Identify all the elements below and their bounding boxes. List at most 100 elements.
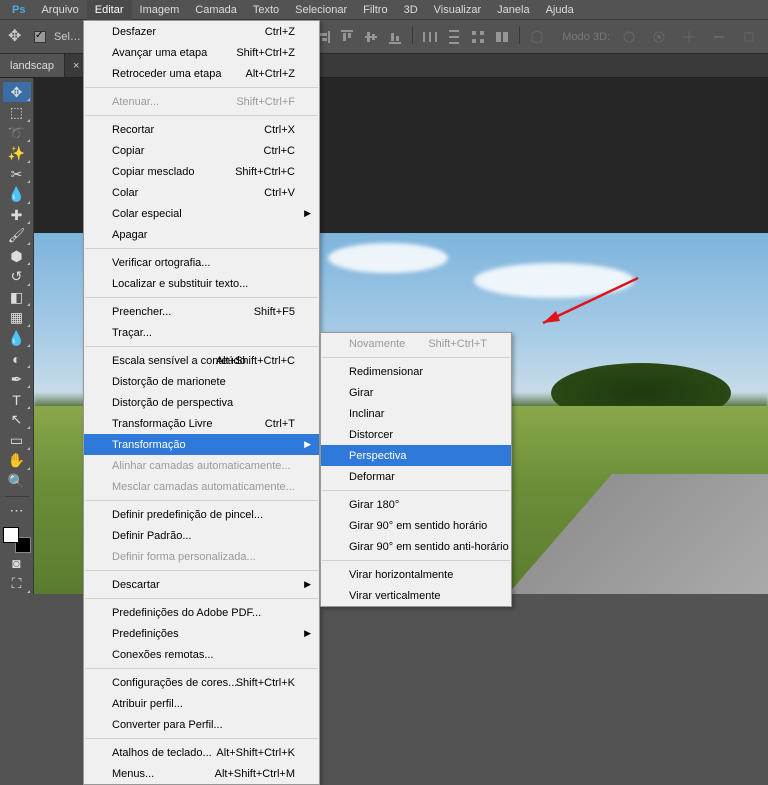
3d-orbit-icon[interactable] xyxy=(618,26,640,48)
3d-mode-icon[interactable] xyxy=(526,26,548,48)
transform-menu-item[interactable]: Girar 90° em sentido horário xyxy=(321,515,511,536)
edit-menu-item[interactable]: Transformação LivreCtrl+T xyxy=(84,413,319,434)
edit-menu-item[interactable]: Configurações de cores...Shift+Ctrl+K xyxy=(84,672,319,693)
menu-janela[interactable]: Janela xyxy=(489,0,537,20)
brush-tool[interactable]: 🖌 xyxy=(3,225,31,245)
transform-menu-item[interactable]: Girar 90° em sentido anti-horário xyxy=(321,536,511,557)
edit-menu-item[interactable]: Definir predefinição de pincel... xyxy=(84,504,319,525)
zoom-tool[interactable]: 🔍 xyxy=(3,471,31,491)
color-swatches[interactable] xyxy=(3,527,31,553)
distribute-v-icon[interactable] xyxy=(443,26,465,48)
align-bottom-icon[interactable] xyxy=(384,26,406,48)
menu-camada[interactable]: Camada xyxy=(187,0,245,20)
quickmask-icon[interactable]: ◙ xyxy=(3,553,31,573)
eraser-tool[interactable]: ◧ xyxy=(3,287,31,307)
history-brush-tool[interactable]: ↺ xyxy=(3,266,31,286)
edit-menu-item[interactable]: DesfazerCtrl+Z xyxy=(84,21,319,42)
3d-slide-icon[interactable] xyxy=(708,26,730,48)
transform-menu-item[interactable]: Girar xyxy=(321,382,511,403)
menu-shortcut: Ctrl+V xyxy=(264,187,295,199)
edit-menu-item[interactable]: Transformação▶ xyxy=(84,434,319,455)
auto-align-icon[interactable] xyxy=(491,26,513,48)
pen-tool[interactable]: ✒ xyxy=(3,369,31,389)
menu-3d[interactable]: 3D xyxy=(396,0,426,20)
heal-tool[interactable]: ✚ xyxy=(3,205,31,225)
transform-menu-item[interactable]: Perspectiva xyxy=(321,445,511,466)
menu-item-label: Colar especial xyxy=(112,208,182,220)
edit-menu-item[interactable]: Converter para Perfil... xyxy=(84,714,319,735)
3d-pan-icon[interactable] xyxy=(678,26,700,48)
eyedropper-tool[interactable]: 💧 xyxy=(3,184,31,204)
distribute-h-icon[interactable] xyxy=(419,26,441,48)
wand-tool[interactable]: ✨ xyxy=(3,143,31,163)
menu-item-label: Verificar ortografia... xyxy=(112,257,210,269)
menu-ajuda[interactable]: Ajuda xyxy=(538,0,582,20)
menu-editar[interactable]: Editar xyxy=(87,0,132,20)
edit-menu-item[interactable]: Verificar ortografia... xyxy=(84,252,319,273)
screenmode-icon[interactable]: ⛶ xyxy=(3,574,31,594)
marquee-tool[interactable]: ⬚ xyxy=(3,102,31,122)
stamp-tool[interactable]: ⬢ xyxy=(3,246,31,266)
document-tab[interactable]: landscap xyxy=(0,54,65,77)
type-tool[interactable]: T xyxy=(3,389,31,409)
edit-menu-item[interactable]: Retroceder uma etapaAlt+Ctrl+Z xyxy=(84,63,319,84)
edit-menu-item[interactable]: Traçar... xyxy=(84,322,319,343)
edit-menu-item[interactable]: Atalhos de teclado...Alt+Shift+Ctrl+K xyxy=(84,742,319,763)
transform-menu-item[interactable]: Virar verticalmente xyxy=(321,585,511,606)
menu-shortcut: Ctrl+X xyxy=(264,124,295,136)
edit-menu-item[interactable]: Distorção de marionete xyxy=(84,371,319,392)
blur-tool[interactable]: 💧 xyxy=(3,328,31,348)
edit-menu-item[interactable]: Colar especial▶ xyxy=(84,203,319,224)
menu-selecionar[interactable]: Selecionar xyxy=(287,0,355,20)
move-tool[interactable]: ✥ xyxy=(3,82,31,102)
menu-item-label: Novamente xyxy=(349,338,405,350)
edit-menu-item[interactable]: Predefinições▶ xyxy=(84,623,319,644)
menu-texto[interactable]: Texto xyxy=(245,0,287,20)
path-tool[interactable]: ↖ xyxy=(3,410,31,430)
align-center-v-icon[interactable] xyxy=(360,26,382,48)
menu-imagem[interactable]: Imagem xyxy=(132,0,188,20)
edit-menu-item[interactable]: Apagar xyxy=(84,224,319,245)
align-top-icon[interactable] xyxy=(336,26,358,48)
3d-roll-icon[interactable] xyxy=(648,26,670,48)
dodge-tool[interactable]: ◐ xyxy=(3,348,31,368)
menu-visualizar[interactable]: Visualizar xyxy=(426,0,490,20)
crop-tool[interactable]: ✂ xyxy=(3,164,31,184)
edit-menu-item[interactable]: Descartar▶ xyxy=(84,574,319,595)
edit-menu-item[interactable]: Conexões remotas... xyxy=(84,644,319,665)
transform-menu-item[interactable]: Redimensionar xyxy=(321,361,511,382)
distribute-sp-icon[interactable] xyxy=(467,26,489,48)
edit-menu-item[interactable]: Menus...Alt+Shift+Ctrl+M xyxy=(84,763,319,784)
edit-menu-item[interactable]: Distorção de perspectiva xyxy=(84,392,319,413)
edit-menu-item[interactable]: Copiar mescladoShift+Ctrl+C xyxy=(84,161,319,182)
menu-arquivo[interactable]: Arquivo xyxy=(33,0,86,20)
menu-item-label: Predefinições xyxy=(112,628,179,640)
hand-tool[interactable]: ✋ xyxy=(3,451,31,471)
edit-menu-item[interactable]: Definir Padrão... xyxy=(84,525,319,546)
gradient-tool[interactable]: ▦ xyxy=(3,307,31,327)
edit-menu-item[interactable]: Predefinições do Adobe PDF... xyxy=(84,602,319,623)
menu-filtro[interactable]: Filtro xyxy=(355,0,395,20)
edit-menu-item[interactable]: Escala sensível a conteúdoAlt+Shift+Ctrl… xyxy=(84,350,319,371)
3d-zoom-icon[interactable] xyxy=(738,26,760,48)
menu-item-label: Distorcer xyxy=(349,429,393,441)
auto-select-checkbox[interactable] xyxy=(34,31,46,43)
transform-menu-item[interactable]: Deformar xyxy=(321,466,511,487)
shape-tool[interactable]: ▭ xyxy=(3,430,31,450)
edit-menu-item[interactable]: RecortarCtrl+X xyxy=(84,119,319,140)
edit-menu-item[interactable]: Atribuir perfil... xyxy=(84,693,319,714)
edit-menu-item[interactable]: CopiarCtrl+C xyxy=(84,140,319,161)
transform-menu-item[interactable]: Girar 180° xyxy=(321,494,511,515)
foreground-color[interactable] xyxy=(3,527,19,543)
tab-title: landscap xyxy=(10,60,54,72)
lasso-tool[interactable]: ➰ xyxy=(3,123,31,143)
edit-menu-item[interactable]: ColarCtrl+V xyxy=(84,182,319,203)
edit-toolbar-icon[interactable]: ⋯ xyxy=(3,501,31,521)
transform-menu-item[interactable]: Virar horizontalmente xyxy=(321,564,511,585)
edit-menu-item[interactable]: Avançar uma etapaShift+Ctrl+Z xyxy=(84,42,319,63)
edit-menu-item[interactable]: Localizar e substituir texto... xyxy=(84,273,319,294)
transform-menu-item[interactable]: Inclinar xyxy=(321,403,511,424)
edit-menu-item[interactable]: Preencher...Shift+F5 xyxy=(84,301,319,322)
move-tool-icon[interactable] xyxy=(8,28,26,46)
transform-menu-item[interactable]: Distorcer xyxy=(321,424,511,445)
